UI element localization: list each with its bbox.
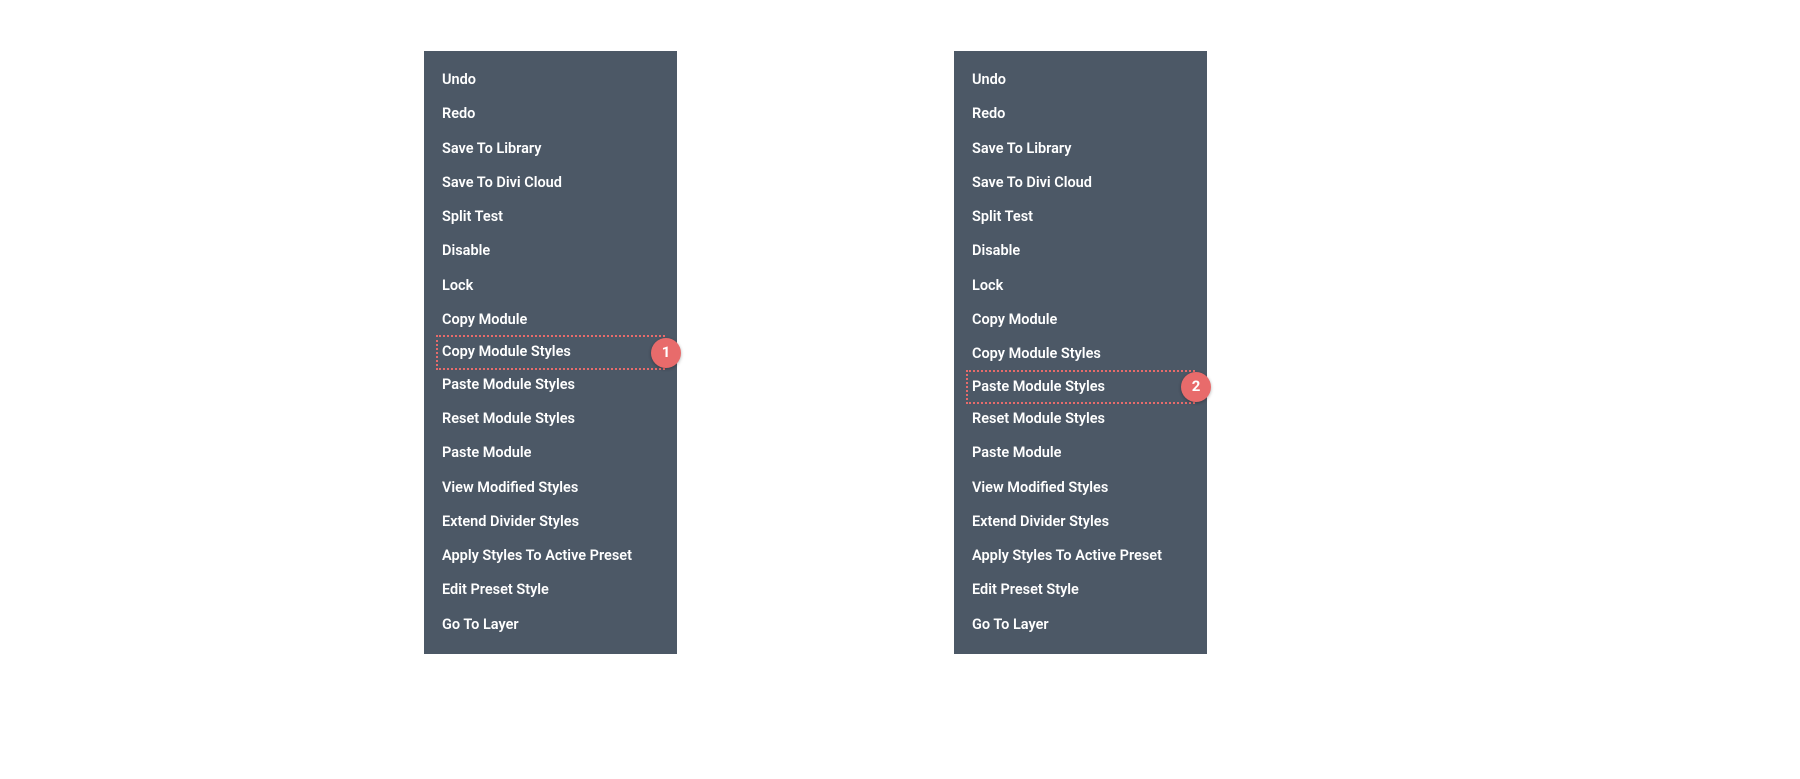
menu-item-extend-divider-styles[interactable]: Extend Divider Styles — [424, 505, 677, 539]
menu-item-redo[interactable]: Redo — [954, 97, 1207, 131]
menu-item-disable[interactable]: Disable — [424, 234, 677, 268]
menu-item-save-to-library[interactable]: Save To Library — [954, 132, 1207, 166]
menu-item-paste-module-styles[interactable]: Paste Module Styles — [424, 368, 677, 402]
menu-item-redo[interactable]: Redo — [424, 97, 677, 131]
menu-item-save-to-library[interactable]: Save To Library — [424, 132, 677, 166]
menu-item-label: Paste Module Styles — [972, 378, 1105, 395]
menu-item-paste-module-styles[interactable]: Paste Module Styles 2 — [966, 370, 1195, 404]
menu-item-split-test[interactable]: Split Test — [424, 200, 677, 234]
menu-item-paste-module[interactable]: Paste Module — [424, 436, 677, 470]
context-menu-2: Undo Redo Save To Library Save To Divi C… — [954, 51, 1207, 654]
menu-item-edit-preset-style[interactable]: Edit Preset Style — [954, 573, 1207, 607]
menu-item-disable[interactable]: Disable — [954, 234, 1207, 268]
menu-item-label: Copy Module Styles — [442, 343, 571, 360]
menu-item-undo[interactable]: Undo — [954, 63, 1207, 97]
menu-item-extend-divider-styles[interactable]: Extend Divider Styles — [954, 505, 1207, 539]
menu-item-reset-module-styles[interactable]: Reset Module Styles — [954, 402, 1207, 436]
menu-item-save-to-divi-cloud[interactable]: Save To Divi Cloud — [424, 166, 677, 200]
menu-item-split-test[interactable]: Split Test — [954, 200, 1207, 234]
step-badge: 2 — [1181, 372, 1211, 402]
menu-item-go-to-layer[interactable]: Go To Layer — [424, 608, 677, 642]
menu-item-undo[interactable]: Undo — [424, 63, 677, 97]
menu-item-go-to-layer[interactable]: Go To Layer — [954, 608, 1207, 642]
menu-item-apply-styles-to-active-preset[interactable]: Apply Styles To Active Preset — [954, 539, 1207, 573]
menu-item-edit-preset-style[interactable]: Edit Preset Style — [424, 573, 677, 607]
menu-item-lock[interactable]: Lock — [424, 269, 677, 303]
menu-item-paste-module[interactable]: Paste Module — [954, 436, 1207, 470]
menu-item-lock[interactable]: Lock — [954, 269, 1207, 303]
menu-item-copy-module-styles[interactable]: Copy Module Styles — [954, 337, 1207, 371]
menu-item-save-to-divi-cloud[interactable]: Save To Divi Cloud — [954, 166, 1207, 200]
menu-item-reset-module-styles[interactable]: Reset Module Styles — [424, 402, 677, 436]
step-badge: 1 — [651, 338, 681, 368]
menu-item-view-modified-styles[interactable]: View Modified Styles — [424, 471, 677, 505]
menu-item-copy-module[interactable]: Copy Module — [424, 303, 677, 337]
menu-item-view-modified-styles[interactable]: View Modified Styles — [954, 471, 1207, 505]
context-menu-1: Undo Redo Save To Library Save To Divi C… — [424, 51, 677, 654]
menu-item-apply-styles-to-active-preset[interactable]: Apply Styles To Active Preset — [424, 539, 677, 573]
menu-item-copy-module[interactable]: Copy Module — [954, 303, 1207, 337]
menu-item-copy-module-styles[interactable]: Copy Module Styles 1 — [436, 335, 665, 369]
